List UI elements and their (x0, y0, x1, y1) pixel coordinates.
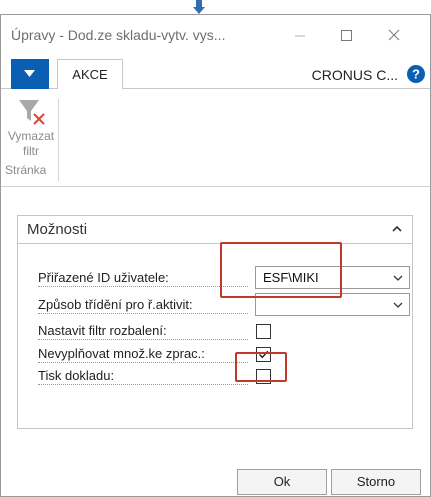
minimize-icon (295, 35, 305, 37)
window-title: Úpravy - Dod.ze skladu-vytv. vys... (11, 27, 226, 43)
ribbon: Vymazat filtr Stránka (1, 89, 430, 187)
tab-akce[interactable]: AKCE (57, 59, 123, 90)
expand-filter-checkbox[interactable] (256, 324, 271, 339)
minimize-button[interactable] (285, 23, 315, 49)
chevron-down-icon (393, 275, 403, 281)
storno-button[interactable]: Storno (331, 469, 421, 495)
company-name[interactable]: CRONUS C... (312, 67, 398, 83)
field-row-user-id: Přiřazené ID uživatele: ESF\MIKI (18, 266, 412, 290)
field-label: Nastavit filtr rozbalení: (38, 323, 248, 340)
ok-button[interactable]: Ok (237, 469, 327, 495)
title-bar: Úpravy - Dod.ze skladu-vytv. vys... (1, 15, 430, 57)
dialog-window: Úpravy - Dod.ze skladu-vytv. vys... AKCE… (0, 14, 431, 497)
clear-filter-button[interactable]: Vymazat filtr (5, 95, 57, 163)
app-menu-button[interactable] (11, 59, 49, 89)
tab-bar: AKCE CRONUS C... ? (1, 57, 430, 90)
field-row-expand-filter: Nastavit filtr rozbalení: (18, 319, 412, 343)
help-icon[interactable]: ? (407, 65, 425, 83)
panel-title: Možnosti (27, 221, 88, 238)
field-row-print-doc: Tisk dokladu: (18, 364, 412, 388)
chevron-down-icon (393, 302, 403, 308)
field-row-sort-method: Způsob třídění pro ř.aktivit: (18, 293, 412, 317)
clear-filter-icon (19, 100, 45, 125)
caret-down-icon (24, 70, 35, 77)
field-label: Přiřazené ID uživatele: (38, 270, 248, 287)
field-label: Tisk dokladu: (38, 368, 248, 385)
field-label: Způsob třídění pro ř.aktivit: (38, 297, 248, 314)
ribbon-separator (58, 99, 59, 181)
svg-text:?: ? (412, 67, 420, 82)
close-icon (388, 29, 400, 41)
highlight-box-user-id (220, 242, 342, 298)
options-panel: Možnosti Přiřazené ID uživatele: ESF\MIK… (17, 215, 413, 429)
highlight-box-checkbox (235, 352, 287, 382)
close-button[interactable] (379, 23, 409, 49)
options-panel-header[interactable]: Možnosti (18, 216, 412, 244)
ribbon-group-label: Stránka (5, 163, 47, 177)
clear-filter-label-line1: Vymazat (7, 129, 55, 143)
clear-filter-label-line2: filtr (23, 144, 39, 158)
pointer-arrow-icon (193, 0, 205, 14)
field-label: Nevyplňovat množ.ke zprac.: (38, 346, 248, 363)
maximize-button[interactable] (331, 23, 361, 49)
chevron-up-icon[interactable] (392, 225, 402, 233)
maximize-icon (341, 30, 352, 41)
field-row-no-qty: Nevyplňovat množ.ke zprac.: (18, 342, 412, 366)
